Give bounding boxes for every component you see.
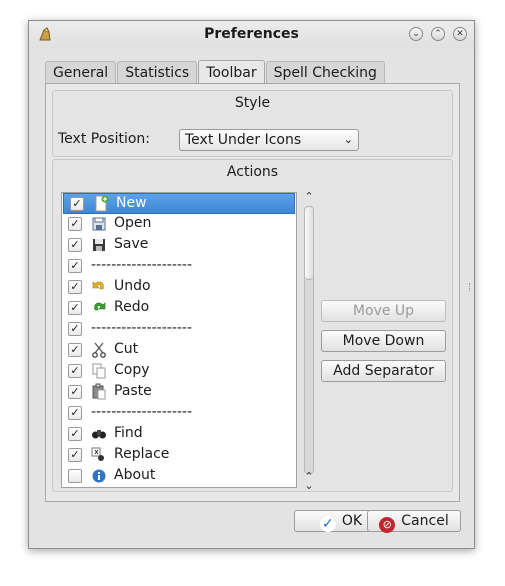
chevron-up-icon: ⌃ [434, 29, 442, 39]
close-button[interactable]: ✕ [453, 27, 467, 41]
cancel-label: Cancel [401, 513, 449, 529]
add-separator-button[interactable]: Add Separator [321, 360, 446, 382]
item-label: Open [114, 215, 152, 231]
new-document-icon [95, 195, 109, 212]
move-up-button[interactable]: Move Up [321, 300, 446, 322]
actions-scrollbar[interactable]: ⌃ ⌃ ⌄ [302, 190, 316, 491]
list-item[interactable]: ✓ -------------------- [62, 319, 296, 340]
replace-icon [91, 447, 104, 461]
item-label: Copy [114, 362, 150, 378]
item-checkbox[interactable]: ✓ [70, 197, 84, 211]
chevron-down-icon: ⌄ [343, 133, 353, 146]
item-label: Save [114, 236, 149, 252]
list-item[interactable]: ✓ Find [62, 424, 296, 445]
style-group-title: Style [234, 95, 271, 111]
actions-group-title: Actions [226, 164, 279, 180]
tab-bar: General Statistics Toolbar Spell Checkin… [45, 60, 386, 84]
close-icon: ✕ [456, 29, 464, 39]
scroll-thumb[interactable] [305, 207, 313, 280]
text-position-combo[interactable]: Text Under Icons ⌄ [179, 129, 359, 151]
list-item[interactable]: ✓ -------------------- [62, 403, 296, 424]
item-label: Find [114, 425, 143, 441]
scroll-track[interactable] [304, 206, 314, 474]
toolbar-tab-pane: Style Text Position: Text Under Icons ⌄ … [45, 83, 460, 502]
list-item[interactable]: ✓ Save [62, 235, 296, 256]
tab-toolbar[interactable]: Toolbar [198, 60, 265, 84]
open-icon [92, 217, 106, 231]
item-label: Redo [114, 299, 150, 315]
redo-icon [94, 302, 106, 311]
separator-label: -------------------- [91, 404, 193, 420]
title-bar[interactable]: Preferences ⌄ ⌃ ✕ [29, 21, 474, 49]
resize-grip[interactable] [469, 283, 472, 291]
item-checkbox[interactable]: ✓ [68, 238, 82, 252]
chevron-down-icon: ⌄ [412, 29, 420, 39]
list-item[interactable]: ✓ Undo [62, 277, 296, 298]
cut-icon [92, 342, 106, 358]
window-title: Preferences [204, 26, 299, 42]
checkmark-icon: ✓ [319, 516, 336, 532]
item-checkbox[interactable]: ✓ [68, 385, 82, 399]
actions-group: Actions ✓ New ✓ Open ✓ Save ✓ ----------… [52, 159, 453, 492]
cancel-icon: ⊘ [379, 517, 396, 533]
separator-label: -------------------- [91, 320, 193, 336]
scroll-up-icon[interactable]: ⌃ [302, 190, 316, 203]
about-icon [92, 469, 106, 483]
save-icon [93, 239, 105, 251]
text-position-label: Text Position: [58, 131, 150, 147]
tab-general[interactable]: General [45, 61, 117, 83]
minimize-button[interactable]: ⌄ [409, 27, 423, 41]
item-checkbox[interactable]: ✓ [68, 448, 82, 462]
separator-label: -------------------- [91, 257, 193, 273]
item-checkbox[interactable]: ✓ [68, 364, 82, 378]
list-item[interactable]: ✓ Open [62, 214, 296, 235]
item-checkbox[interactable]: ✓ [68, 280, 82, 294]
tab-statistics[interactable]: Statistics [117, 61, 198, 83]
item-label: Cut [114, 341, 139, 357]
list-item[interactable]: ✓ Replace [62, 445, 296, 466]
paste-icon [92, 383, 106, 400]
item-label: About [114, 467, 156, 483]
style-group: Style Text Position: Text Under Icons ⌄ [52, 90, 453, 157]
item-checkbox[interactable]: ✓ [68, 217, 82, 231]
item-label: Undo [114, 278, 151, 294]
item-checkbox[interactable]: ✓ [68, 427, 82, 441]
item-checkbox[interactable]: ✓ [68, 259, 82, 273]
actions-list[interactable]: ✓ New ✓ Open ✓ Save ✓ ------------------… [61, 192, 297, 488]
scroll-down-icon[interactable]: ⌃ ⌄ [302, 471, 316, 491]
list-item[interactable]: ✓ -------------------- [62, 256, 296, 277]
list-item[interactable]: ✓ Cut [62, 340, 296, 361]
item-checkbox[interactable] [68, 469, 82, 483]
item-label: New [116, 195, 147, 211]
item-checkbox[interactable]: ✓ [68, 406, 82, 420]
item-checkbox[interactable]: ✓ [68, 343, 82, 357]
tab-spell-checking[interactable]: Spell Checking [265, 61, 385, 83]
list-item[interactable]: ✓ New [63, 193, 295, 214]
ok-label: OK [341, 513, 363, 529]
text-position-value: Text Under Icons [185, 132, 302, 148]
copy-icon [92, 363, 106, 379]
find-icon [92, 430, 106, 439]
undo-icon [92, 281, 104, 290]
item-checkbox[interactable]: ✓ [68, 322, 82, 336]
list-item[interactable]: ✓ Paste [62, 382, 296, 403]
list-item[interactable]: About [62, 466, 296, 487]
item-checkbox[interactable]: ✓ [68, 301, 82, 315]
item-label: Replace [114, 446, 170, 462]
list-item[interactable]: ✓ Copy [62, 361, 296, 382]
cancel-button[interactable]: ⊘ Cancel [367, 510, 461, 533]
preferences-window: Preferences ⌄ ⌃ ✕ General Statistics Too… [28, 20, 475, 549]
maximize-button[interactable]: ⌃ [431, 27, 445, 41]
list-item[interactable]: ✓ Redo [62, 298, 296, 319]
item-label: Paste [114, 383, 152, 399]
move-down-button[interactable]: Move Down [321, 330, 446, 352]
